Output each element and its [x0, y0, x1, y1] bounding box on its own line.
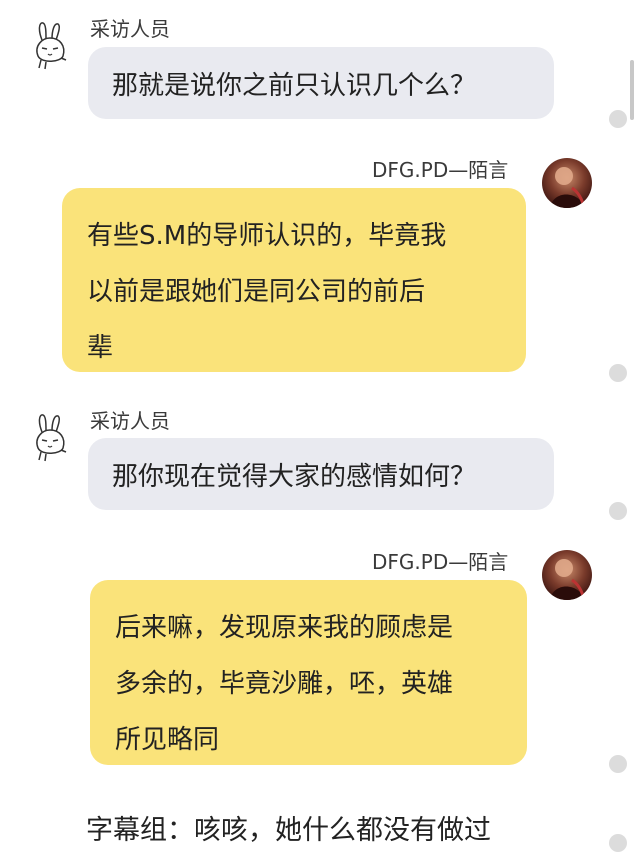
message-status-dot [609, 110, 627, 128]
message-bubble[interactable]: 有些S.M的导师认识的，毕竟我 以前是跟她们是同公司的前后 辈 [62, 188, 526, 372]
message-text: 有些S.M的导师认识的，毕竟我 [87, 221, 447, 251]
message-text: 辈 [87, 333, 114, 363]
message-status-dot [609, 755, 627, 773]
message-text: 那你现在觉得大家的感情如何？ [112, 462, 477, 492]
message-text: 那就是说你之前只认识几个么？ [112, 71, 477, 101]
message-bubble[interactable]: 那你现在觉得大家的感情如何？ [88, 438, 554, 510]
message-status-dot [609, 364, 627, 382]
message-bubble[interactable]: 那就是说你之前只认识几个么？ [88, 47, 554, 119]
message-text: 以前是跟她们是同公司的前后 [87, 277, 426, 307]
message-status-dot [609, 834, 627, 852]
subtitle-caption: 字幕组：咳咳，她什么都没有做过 [86, 815, 491, 846]
sender-name: DFG.PD—陌言 [372, 158, 509, 182]
sender-name: 采访人员 [90, 17, 170, 41]
message-bubble[interactable]: 后来嘛，发现原来我的顾虑是 多余的，毕竟沙雕，呸，英雄 所见略同 [90, 580, 527, 765]
message-text: 多余的，毕竟沙雕，呸，英雄 [115, 669, 454, 699]
user-photo-avatar[interactable] [542, 158, 592, 208]
sender-name: 采访人员 [90, 409, 170, 433]
rabbit-avatar-icon[interactable] [30, 414, 70, 462]
scrollbar[interactable] [630, 60, 634, 120]
user-photo-avatar[interactable] [542, 550, 592, 600]
message-text: 所见略同 [115, 725, 220, 755]
message-text: 后来嘛，发现原来我的顾虑是 [115, 613, 454, 643]
rabbit-avatar-icon[interactable] [30, 22, 70, 70]
chat-screen: 采访人员 那就是说你之前只认识几个么？ DFG.PD—陌言 有些S.M的导师认识… [0, 0, 640, 859]
message-status-dot [609, 502, 627, 520]
sender-name: DFG.PD—陌言 [372, 550, 509, 574]
